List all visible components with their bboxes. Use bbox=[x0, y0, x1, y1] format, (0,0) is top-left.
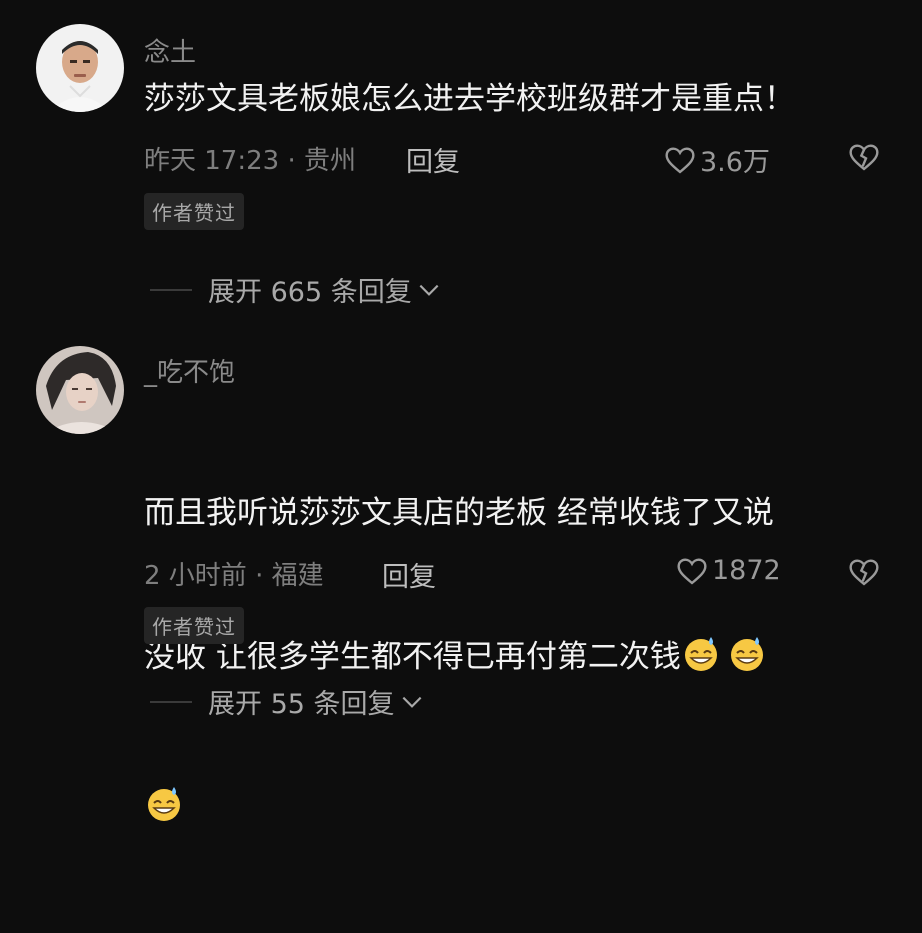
author-liked-badge: 作者赞过 bbox=[144, 607, 244, 644]
expand-replies-button[interactable]: 展开 665 条回复 bbox=[150, 270, 442, 309]
chevron-down-icon bbox=[419, 284, 439, 296]
comment-item: 念土 莎莎文具老板娘怎么进去学校班级群才是重点！ 昨天 17:23 · 贵州 回… bbox=[0, 0, 922, 330]
comment-meta: 2 小时前 · 福建 bbox=[144, 561, 324, 591]
dislike-button[interactable] bbox=[848, 142, 880, 176]
heart-outline-icon bbox=[677, 557, 707, 585]
divider-line bbox=[150, 288, 192, 291]
comment-username[interactable]: 念土 bbox=[144, 32, 196, 69]
comment-text-segment: 没收 让很多学生都不得已再付第二次钱 bbox=[144, 639, 681, 675]
chevron-down-icon bbox=[402, 696, 421, 708]
like-button[interactable]: 1872 bbox=[676, 555, 781, 586]
divider-line bbox=[150, 700, 192, 703]
comment-username[interactable]: _吃不饱 bbox=[144, 352, 235, 389]
reply-button[interactable]: 回复 bbox=[382, 555, 436, 594]
expand-replies-label: 展开 55 条回复 bbox=[208, 689, 395, 720]
comment-text-line: 而且我听说莎莎文具店的老板 经常收钱了又说 bbox=[144, 495, 774, 531]
dislike-button[interactable] bbox=[848, 557, 880, 591]
comment-text: 莎莎文具老板娘怎么进去学校班级群才是重点！ bbox=[144, 81, 795, 117]
like-count: 1872 bbox=[712, 555, 781, 586]
comment-text-line-2: 没收 让很多学生都不得已再付第二次钱 bbox=[144, 633, 884, 687]
avatar[interactable] bbox=[36, 24, 124, 112]
like-button[interactable]: 3.6万 bbox=[664, 140, 770, 179]
reply-button[interactable]: 回复 bbox=[406, 140, 460, 179]
expand-replies-button[interactable]: 展开 55 条回复 bbox=[150, 682, 425, 721]
broken-heart-icon bbox=[849, 559, 879, 586]
comment-text: 而且我听说莎莎文具店的老板 经常收钱了又说 没收 让很多学生都不得已再付第二次钱 bbox=[144, 393, 884, 933]
comment-meta: 昨天 17:23 · 贵州 bbox=[144, 146, 356, 176]
comment-item: _吃不饱 而且我听说莎莎文具店的老板 经常收钱了又说 没收 让很多学生都不得已再… bbox=[0, 330, 922, 821]
comment-text-line-3 bbox=[144, 783, 884, 837]
like-count: 3.6万 bbox=[700, 147, 770, 178]
grinning-sweat-emoji-icon bbox=[681, 633, 721, 687]
grinning-sweat-emoji-icon bbox=[727, 633, 767, 687]
author-liked-badge: 作者赞过 bbox=[144, 193, 244, 230]
expand-replies-label: 展开 665 条回复 bbox=[208, 277, 412, 308]
grinning-sweat-emoji-icon bbox=[144, 783, 184, 837]
broken-heart-icon bbox=[849, 144, 879, 171]
avatar[interactable] bbox=[36, 346, 124, 434]
heart-outline-icon bbox=[665, 146, 695, 174]
